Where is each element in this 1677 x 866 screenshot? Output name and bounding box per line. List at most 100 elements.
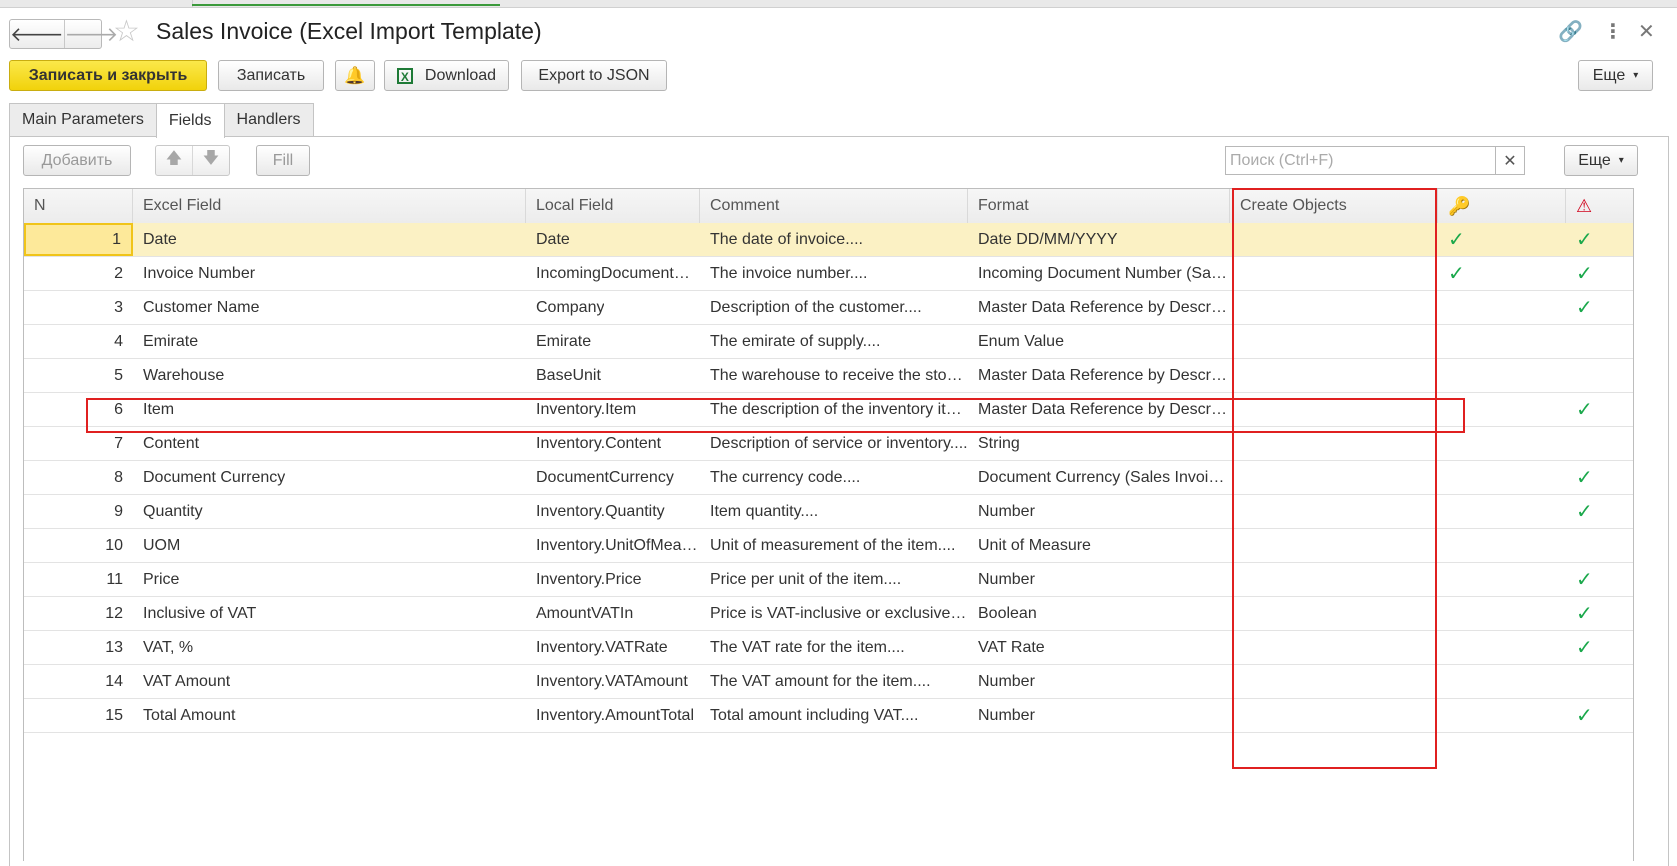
cell-format[interactable]: Number [968, 665, 1230, 698]
table-row[interactable]: 12 Inclusive of VAT AmountVATIn Price is VA… [24, 597, 1633, 631]
cell-excel-field[interactable]: Inclusive of VAT [133, 597, 526, 630]
cell-required[interactable]: ✓ [1566, 461, 1633, 494]
cell-n[interactable]: 2 [24, 257, 133, 290]
favorite-star-icon[interactable]: ☆ [113, 16, 140, 48]
tab-handlers[interactable]: Handlers [223, 103, 314, 136]
cell-create-objects[interactable] [1230, 461, 1438, 494]
cell-required[interactable] [1566, 359, 1633, 392]
save-button[interactable]: Записать [218, 60, 324, 91]
cell-create-objects[interactable] [1230, 597, 1438, 630]
cell-comment[interactable]: The invoice number.... [700, 257, 968, 290]
cell-excel-field[interactable]: Invoice Number [133, 257, 526, 290]
cell-n[interactable]: 8 [24, 461, 133, 494]
col-header-comment[interactable]: Comment [700, 189, 968, 223]
cell-create-objects[interactable] [1230, 563, 1438, 596]
table-row[interactable]: 3 Customer Name Company Description of the … [24, 291, 1633, 325]
cell-format[interactable]: Master Data Reference by Description [968, 291, 1230, 324]
cell-n[interactable]: 3 [24, 291, 133, 324]
table-row[interactable]: 7 Content Inventory.Content Description of … [24, 427, 1633, 461]
cell-local-field[interactable]: BaseUnit [526, 359, 700, 392]
cell-format[interactable]: String [968, 427, 1230, 460]
cell-format[interactable]: Master Data Reference by Description [968, 359, 1230, 392]
cell-key[interactable] [1438, 461, 1566, 494]
cell-excel-field[interactable]: UOM [133, 529, 526, 562]
cell-local-field[interactable]: Inventory.Item [526, 393, 700, 426]
cell-create-objects[interactable] [1230, 223, 1438, 256]
table-row[interactable]: 13 VAT, % Inventory.VATRate The VAT rate fo… [24, 631, 1633, 665]
table-row[interactable]: 11 Price Inventory.Price Price per unit of … [24, 563, 1633, 597]
cell-required[interactable]: ✓ [1566, 699, 1633, 732]
cell-required[interactable]: ✓ [1566, 257, 1633, 290]
back-arrow-icon[interactable]: 🡐 [10, 20, 64, 48]
cell-create-objects[interactable] [1230, 291, 1438, 324]
cell-key[interactable] [1438, 597, 1566, 630]
cell-key[interactable] [1438, 325, 1566, 358]
cell-n[interactable]: 7 [24, 427, 133, 460]
cell-n[interactable]: 13 [24, 631, 133, 664]
cell-excel-field[interactable]: Warehouse [133, 359, 526, 392]
cell-key[interactable] [1438, 563, 1566, 596]
cell-required[interactable]: ✓ [1566, 223, 1633, 256]
cell-comment[interactable]: The VAT amount for the item.... [700, 665, 968, 698]
cell-comment[interactable]: Price is VAT-inclusive or exclusive.... [700, 597, 968, 630]
cell-create-objects[interactable] [1230, 257, 1438, 290]
export-json-button[interactable]: Export to JSON [521, 60, 667, 91]
col-header-required[interactable]: ⚠ [1566, 189, 1633, 223]
cell-comment[interactable]: The emirate of supply.... [700, 325, 968, 358]
col-header-key[interactable]: 🔑 [1438, 189, 1566, 223]
cell-required[interactable]: ✓ [1566, 495, 1633, 528]
save-and-close-button[interactable]: Записать и закрыть [9, 60, 207, 91]
cell-create-objects[interactable] [1230, 699, 1438, 732]
cell-required[interactable] [1566, 665, 1633, 698]
cell-local-field[interactable]: Inventory.Price [526, 563, 700, 596]
table-row[interactable]: 15 Total Amount Inventory.AmountTotal Total… [24, 699, 1633, 733]
cell-key[interactable] [1438, 427, 1566, 460]
cell-excel-field[interactable]: Document Currency [133, 461, 526, 494]
add-field-button[interactable]: Добавить [23, 145, 131, 176]
table-row[interactable]: 8 Document Currency DocumentCurrency The cu… [24, 461, 1633, 495]
cell-n[interactable]: 5 [24, 359, 133, 392]
col-header-local-field[interactable]: Local Field [526, 189, 700, 223]
cell-create-objects[interactable] [1230, 631, 1438, 664]
cell-n[interactable]: 1 [24, 223, 133, 256]
cell-n[interactable]: 14 [24, 665, 133, 698]
cell-key[interactable] [1438, 631, 1566, 664]
col-header-n[interactable]: N [24, 189, 133, 223]
cell-create-objects[interactable] [1230, 427, 1438, 460]
fill-button[interactable]: Fill [256, 145, 310, 176]
cell-key[interactable]: ✓ [1438, 257, 1566, 290]
cell-key[interactable] [1438, 495, 1566, 528]
cell-local-field[interactable]: Company [526, 291, 700, 324]
cell-key[interactable]: ✓ [1438, 223, 1566, 256]
cell-n[interactable]: 11 [24, 563, 133, 596]
cell-create-objects[interactable] [1230, 529, 1438, 562]
cell-excel-field[interactable]: Price [133, 563, 526, 596]
cell-comment[interactable]: Description of service or inventory.... [700, 427, 968, 460]
cell-required[interactable]: ✓ [1566, 563, 1633, 596]
cell-format[interactable]: Date DD/MM/YYYY [968, 223, 1230, 256]
search-input[interactable] [1226, 147, 1495, 174]
table-row[interactable]: 2 Invoice Number IncomingDocumentNumber The… [24, 257, 1633, 291]
cell-format[interactable]: Incoming Document Number (Sales Invoice) [968, 257, 1230, 290]
cell-n[interactable]: 9 [24, 495, 133, 528]
cell-create-objects[interactable] [1230, 359, 1438, 392]
cell-comment[interactable]: The currency code.... [700, 461, 968, 494]
cell-comment[interactable]: Price per unit of the item.... [700, 563, 968, 596]
cell-excel-field[interactable]: VAT Amount [133, 665, 526, 698]
cell-format[interactable]: Document Currency (Sales Invoice) [968, 461, 1230, 494]
cell-required[interactable] [1566, 325, 1633, 358]
notification-button[interactable]: 🔔 [335, 60, 375, 91]
cell-format[interactable]: Number [968, 699, 1230, 732]
table-row[interactable]: 6 Item Inventory.Item The description of th… [24, 393, 1633, 427]
cell-local-field[interactable]: Inventory.VATAmount [526, 665, 700, 698]
cell-excel-field[interactable]: Total Amount [133, 699, 526, 732]
table-row[interactable]: 14 VAT Amount Inventory.VATAmount The VAT a… [24, 665, 1633, 699]
cell-local-field[interactable]: Inventory.Quantity [526, 495, 700, 528]
cell-comment[interactable]: Unit of measurement of the item.... [700, 529, 968, 562]
table-row[interactable]: 1 Date Date The date of invoice.... Date DD/… [24, 223, 1633, 257]
fields-more-button[interactable]: Еще ▾ [1564, 145, 1638, 176]
cell-local-field[interactable]: Inventory.UnitOfMeasure [526, 529, 700, 562]
clear-search-icon[interactable]: ✕ [1495, 147, 1524, 174]
cell-comment[interactable]: Item quantity.... [700, 495, 968, 528]
cell-excel-field[interactable]: Content [133, 427, 526, 460]
